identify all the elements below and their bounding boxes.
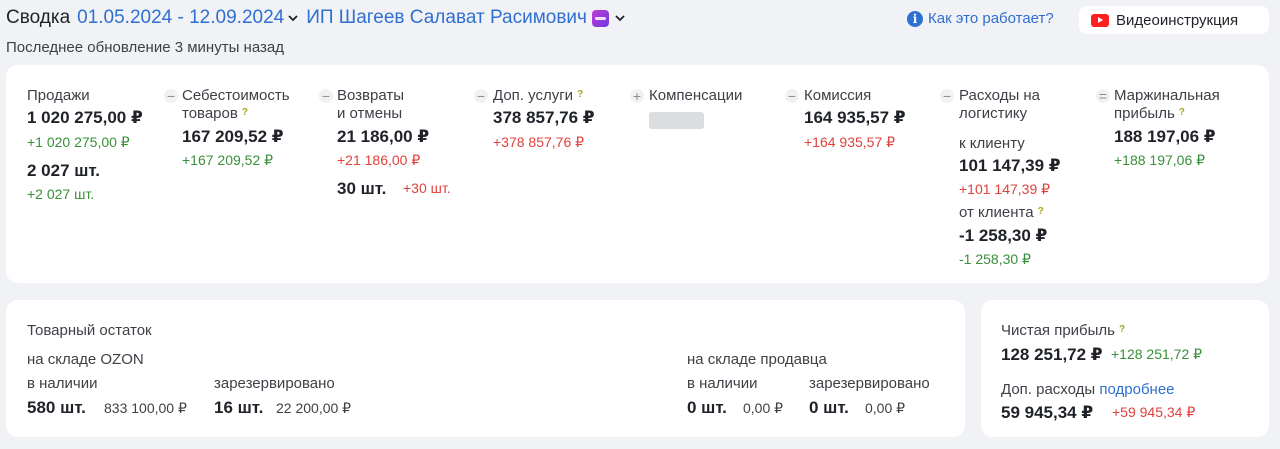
returns-amount: 21 186,00 ₽	[337, 127, 430, 146]
margin-amount-delta: +188 197,06 ₽	[1114, 152, 1206, 168]
logistics-from-client-label: от клиента?	[959, 204, 1044, 221]
seller-reserved-amount: 0,00 ₽	[865, 400, 906, 416]
cost-amount-delta: +167 209,52 ₽	[182, 152, 274, 168]
extra-services-amount-delta: +378 857,76 ₽	[493, 134, 585, 150]
last-updated-text: Последнее обновление 3 минуты назад	[6, 39, 284, 56]
plus-operator-icon: +	[630, 89, 644, 103]
chevron-down-icon[interactable]	[288, 14, 298, 22]
question-icon[interactable]: ?	[1038, 206, 1044, 217]
extra-expenses-amount: 59 945,34 ₽	[1001, 403, 1094, 422]
ozon-reserved-count: 16 шт.	[214, 398, 264, 417]
minus-operator-icon: −	[474, 89, 488, 103]
extra-expenses-label: Доп. расходы подробнее	[1001, 381, 1175, 398]
net-profit-label: Чистая прибыль?	[1001, 322, 1126, 339]
help-link-label[interactable]: Как это работает?	[928, 10, 1054, 27]
video-button-label: Видеоинструкция	[1116, 11, 1239, 29]
page-header: Сводка 01.05.2024 - 12.09.2024 ИП Шагеев…	[6, 7, 633, 29]
profit-card: Чистая прибыль? 128 251,72 ₽ +128 251,72…	[981, 300, 1269, 437]
extra-expenses-delta: +59 945,34 ₽	[1112, 404, 1196, 420]
question-icon[interactable]: ?	[242, 107, 248, 118]
margin-label-line2: прибыль?	[1114, 105, 1185, 122]
question-icon[interactable]: ?	[577, 89, 583, 100]
logistics-to-client-amount: 101 147,39 ₽	[959, 156, 1061, 175]
margin-amount: 188 197,06 ₽	[1114, 127, 1216, 146]
metrics-card: Продажи 1 020 275,00 ₽ +1 020 275,00 ₽ 2…	[6, 65, 1269, 283]
returns-count: 30 шт.	[337, 179, 387, 198]
sales-label: Продажи	[27, 87, 90, 104]
returns-label-line2: и отмены	[337, 105, 403, 122]
extra-services-label: Доп. услуги?	[493, 87, 584, 104]
question-icon[interactable]: ?	[1179, 107, 1185, 118]
returns-amount-delta: +21 186,00 ₽	[337, 152, 421, 168]
question-icon[interactable]: ?	[1119, 324, 1125, 335]
loading-placeholder	[649, 112, 704, 129]
minus-operator-icon: −	[164, 89, 178, 103]
chevron-down-icon[interactable]	[615, 14, 625, 22]
commission-amount-delta: +164 935,57 ₽	[804, 134, 896, 150]
video-instruction-button[interactable]: Видеоинструкция	[1079, 6, 1269, 34]
ozon-warehouse-label: на складе OZON	[27, 351, 144, 368]
returns-label: Возвраты	[337, 87, 405, 104]
returns-count-delta: +30 шт.	[403, 180, 451, 196]
ozon-available-count: 580 шт.	[27, 398, 86, 417]
seller-available-count: 0 шт.	[687, 398, 727, 417]
ozon-reserved-amount: 22 200,00 ₽	[276, 400, 352, 416]
logistics-label-line2: логистику	[959, 105, 1028, 122]
compensation-label: Компенсации	[649, 87, 743, 104]
sales-count-delta: +2 027 шт.	[27, 186, 95, 202]
net-profit-delta: +128 251,72 ₽	[1111, 346, 1203, 362]
logistics-from-client-delta: -1 258,30 ₽	[959, 251, 1031, 267]
sales-amount: 1 020 275,00 ₽	[27, 108, 143, 127]
seller-available-amount: 0,00 ₽	[743, 400, 784, 416]
date-range-picker[interactable]: 01.05.2024 - 12.09.2024	[77, 7, 284, 29]
seller-warehouse-label: на складе продавца	[687, 351, 827, 368]
stock-card: Товарный остаток на складе OZON в наличи…	[6, 300, 965, 437]
stock-title: Товарный остаток	[27, 322, 152, 339]
minus-operator-icon: −	[319, 89, 333, 103]
ozon-available-amount: 833 100,00 ₽	[104, 400, 187, 416]
logistics-to-client-label: к клиенту	[959, 135, 1025, 152]
cost-label: Себестоимость	[182, 87, 290, 104]
logistics-label: Расходы на	[959, 87, 1041, 104]
extra-services-amount: 378 857,76 ₽	[493, 108, 595, 127]
minus-operator-icon: −	[785, 89, 799, 103]
commission-label: Комиссия	[804, 87, 872, 104]
info-icon: i	[907, 10, 923, 27]
seller-reserved-count: 0 шт.	[809, 398, 849, 417]
logistics-to-client-delta: +101 147,39 ₽	[959, 181, 1051, 197]
margin-label: Маржинальная	[1114, 87, 1220, 104]
extra-expenses-details-link[interactable]: подробнее	[1099, 381, 1174, 398]
seller-reserved-label: зарезервировано	[809, 375, 930, 392]
company-selector[interactable]: ИП Шагеев Салават Расимович	[306, 7, 587, 29]
cost-amount: 167 209,52 ₽	[182, 127, 284, 146]
logistics-from-client-amount: -1 258,30 ₽	[959, 226, 1048, 245]
cost-label-line2: товаров?	[182, 105, 248, 122]
ozon-logo-icon	[591, 9, 609, 27]
sales-amount-delta: +1 020 275,00 ₽	[27, 134, 130, 150]
help-link[interactable]: i Как это работает?	[907, 10, 1054, 27]
youtube-icon	[1091, 13, 1109, 27]
seller-available-label: в наличии	[687, 375, 758, 392]
sales-count: 2 027 шт.	[27, 161, 100, 180]
minus-operator-icon: −	[940, 89, 954, 103]
ozon-available-label: в наличии	[27, 375, 98, 392]
equals-operator-icon: =	[1096, 89, 1110, 103]
net-profit-amount: 128 251,72 ₽	[1001, 345, 1103, 364]
commission-amount: 164 935,57 ₽	[804, 108, 906, 127]
page-title: Сводка	[6, 7, 71, 28]
ozon-reserved-label: зарезервировано	[214, 375, 335, 392]
